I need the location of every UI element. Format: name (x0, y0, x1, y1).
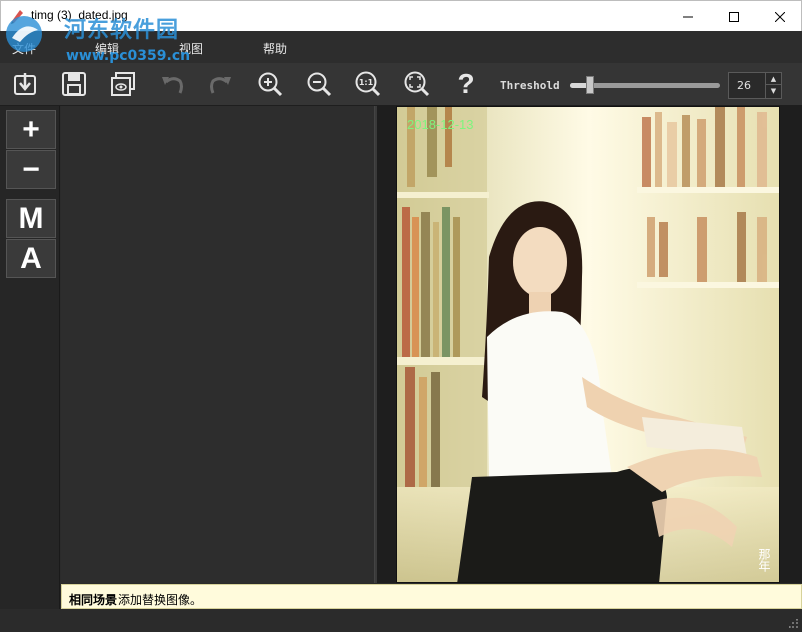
photo-illustration (397, 107, 779, 582)
maximize-icon (729, 11, 739, 22)
undo-icon (162, 77, 183, 94)
auto-mode-button[interactable]: A (6, 239, 56, 278)
date-stamp: 2018-12-13 (407, 117, 474, 132)
actual-size-label: 1:1 (359, 78, 374, 87)
add-region-button[interactable]: + (6, 110, 56, 149)
save-button[interactable] (59, 69, 89, 99)
preview-button[interactable] (108, 69, 138, 99)
close-icon (775, 11, 785, 22)
remove-region-button[interactable]: − (6, 150, 56, 189)
watermark-brand: 河东软件园 (64, 17, 180, 43)
help-icon: ? (457, 68, 475, 99)
minimize-button[interactable] (665, 1, 711, 32)
close-button[interactable] (757, 1, 802, 32)
bottom-strip (0, 609, 802, 632)
maximize-button[interactable] (711, 1, 757, 32)
help-button[interactable]: ? (451, 68, 481, 99)
scene-list-panel[interactable] (61, 106, 375, 583)
threshold-spinbox[interactable]: 26 ▲ ▼ (728, 72, 782, 99)
status-bar: 相同场景 添加替换图像。 (61, 584, 802, 609)
image-viewport[interactable]: 2018-12-13 那年 (377, 106, 802, 583)
menu-help[interactable]: 帮助 (263, 40, 287, 57)
preview-icon (111, 72, 135, 96)
watermark-logo-icon (6, 16, 42, 52)
side-tool-panel: + − M A (0, 106, 60, 632)
spin-arrows: ▲ ▼ (765, 73, 781, 98)
actual-size-icon: 1:1 (355, 71, 381, 97)
import-button[interactable] (10, 69, 40, 99)
toolbar: 1:1 ? Threshold 26 ▲ ▼ (0, 63, 802, 106)
manual-mode-button[interactable]: M (6, 199, 56, 238)
spin-down-button[interactable]: ▼ (766, 85, 781, 97)
threshold-value[interactable]: 26 (737, 79, 751, 92)
spin-up-button[interactable]: ▲ (766, 73, 781, 85)
status-title: 相同场景 (69, 593, 118, 607)
threshold-slider[interactable] (570, 76, 720, 94)
save-icon (62, 72, 86, 96)
minimize-icon (683, 16, 693, 17)
watermark-url: www.pc0359.cn (66, 48, 191, 64)
resize-grip-icon[interactable] (789, 619, 799, 629)
threshold-slider-handle[interactable] (586, 76, 594, 94)
status-message: 添加替换图像。 (118, 593, 203, 607)
zoom-out-button[interactable] (304, 69, 334, 99)
redo-icon (210, 77, 231, 94)
zoom-in-icon (258, 72, 283, 97)
photo-image: 2018-12-13 那年 (396, 106, 780, 583)
undo-button[interactable] (157, 69, 187, 99)
actual-size-button[interactable]: 1:1 (353, 69, 383, 99)
fit-button[interactable] (402, 69, 432, 99)
fit-icon (404, 71, 430, 97)
zoom-out-icon (307, 72, 332, 97)
threshold-label: Threshold (500, 79, 560, 92)
signature-stamp: 那年 (757, 548, 771, 572)
zoom-in-button[interactable] (255, 69, 285, 99)
redo-button[interactable] (206, 69, 236, 99)
import-icon (14, 73, 36, 95)
